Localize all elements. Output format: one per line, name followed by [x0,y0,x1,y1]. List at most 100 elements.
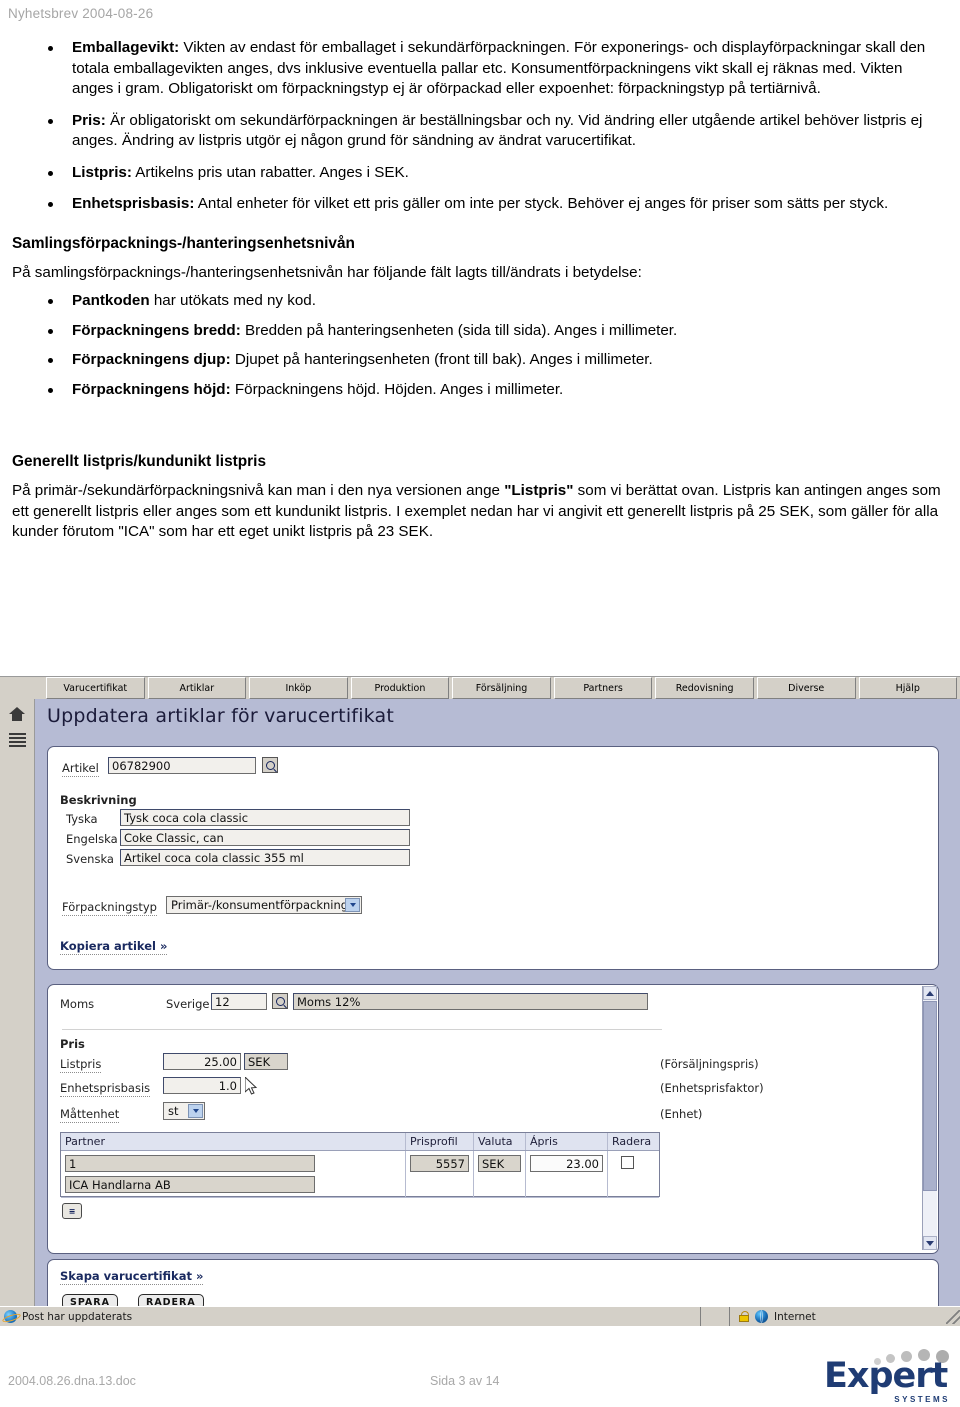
svenska-label: Svenska [66,852,114,866]
table-row: 1 ICA Handlarna AB 5557 SEK 23.00 [61,1151,659,1198]
mattenhet-select[interactable]: st [163,1102,205,1120]
list-icon[interactable] [9,733,26,748]
tab-diverse[interactable]: Diverse [756,677,856,699]
partner-id-input[interactable]: 1 [65,1155,315,1172]
tab-varucertifikat[interactable]: Varucertifikat [46,677,145,699]
moms-search-icon[interactable] [272,993,288,1009]
pris-group-label: Pris [60,1037,85,1051]
footer-filename: 2004.08.26.dna.13.doc [8,1374,136,1388]
bullet-text: Är obligatoriskt om sekundärförpackninge… [72,111,923,150]
list-item: Listpris: Artikelns pris utan rabatter. … [42,163,946,184]
vertical-scrollbar[interactable] [922,986,937,1250]
list-item: Enhetsprisbasis: Antal enheter för vilke… [42,194,946,215]
svenska-input[interactable]: Artikel coca cola classic 355 ml [120,849,410,866]
valuta-value: SEK [478,1155,521,1172]
forpackningstyp-value: Primär-/konsumentförpackning [171,898,349,912]
radera-checkbox[interactable] [621,1156,634,1169]
browser-frame: Varucertifikat Artiklar Inköp Produktion… [0,676,960,1323]
mattenhet-hint: (Enhet) [660,1107,703,1121]
document-body: Emballagevikt: Vikten av endast för emba… [0,38,960,551]
partner-table-header: Partner Prisprofil Valuta Ápris Radera [61,1133,659,1151]
moms-code-input[interactable]: 12 [211,993,267,1010]
mattenhet-label: Måttenhet [60,1107,120,1123]
bullet-term: Pris: [72,111,106,129]
scroll-up-button[interactable] [923,986,937,1000]
status-message: Post har uppdaterats [22,1310,133,1323]
forpackningstyp-label: Förpackningstyp [62,900,157,916]
list-item: Emballagevikt: Vikten av endast för emba… [42,38,946,100]
logo-wordmark: Expert [824,1356,948,1396]
tab-artiklar[interactable]: Artiklar [147,677,247,699]
bullet-term: Pantkoden [72,292,150,309]
tab-forsaljning[interactable]: Försäljning [452,677,551,699]
beskrivning-group-label: Beskrivning [60,793,137,807]
article-panel: Artikel 06782900 Beskrivning Tyska Tysk … [47,746,939,970]
scrollbar-thumb[interactable] [923,1001,937,1191]
enhetsprisbasis-hint: (Enhetsprisfaktor) [660,1081,764,1095]
tab-inkop[interactable]: Inköp [249,677,348,699]
bullet-text: har utökats med ny kod. [149,292,316,309]
engelska-input[interactable]: Coke Classic, can [120,829,410,846]
column-header-radera: Radera [612,1135,652,1148]
status-message-area: Post har uppdaterats [0,1307,701,1326]
listpris-hint: (Försäljningspris) [660,1057,759,1071]
artikel-input[interactable]: 06782900 [108,757,256,774]
artikel-label: Artikel [62,761,99,777]
kopiera-artikel-link[interactable]: Kopiera artikel » [60,939,168,955]
bullet-list-primary: Emballagevikt: Vikten av endast för emba… [8,38,946,215]
pricing-panel: Moms Sverige 12 Moms 12% Pris Listpris 2… [47,984,939,1254]
section-intro-collection: På samlingsförpacknings-/hanteringsenhet… [12,263,642,281]
tyska-label: Tyska [66,812,98,826]
security-zone-label: Internet [774,1310,816,1323]
column-header-apris: Ápris [526,1133,608,1150]
list-item: Pantkoden har utökats med ny kod. [42,291,946,312]
tab-produktion[interactable]: Produktion [350,677,450,699]
prisprofil-value: 5557 [410,1155,469,1172]
forpackningstyp-select[interactable]: Primär-/konsumentförpackning [166,896,362,914]
price-para-a: På primär-/sekundärförpackningsnivå kan … [12,482,505,499]
price-para-bold: "Listpris" [504,482,574,499]
list-item: Förpackningens djup: Djupet på hantering… [42,350,946,371]
application-screenshot: Varucertifikat Artiklar Inköp Produktion… [0,676,960,1328]
mattenhet-value: st [168,1104,179,1118]
bullet-term: Emballagevikt: [72,39,180,56]
bullet-term: Förpackningens djup: [72,351,231,368]
bullet-term: Listpris: [72,163,132,181]
bullet-text: Artikelns pris utan rabatter. Anges i SE… [131,163,409,181]
bullet-list-collection: Pantkoden har utökats med ny kod. Förpac… [8,291,946,400]
column-header-partner: Partner [61,1133,406,1150]
enhetsprisbasis-input[interactable]: 1.0 [163,1077,241,1094]
apris-input[interactable]: 23.00 [530,1155,603,1172]
moms-label: Moms [60,997,95,1011]
partner-name-input[interactable]: ICA Handlarna AB [65,1176,315,1193]
search-icon[interactable] [262,757,278,773]
column-header-valuta: Valuta [474,1133,526,1150]
bullet-term: Förpackningens bredd: [72,321,241,339]
bullet-text: Djupet på hanteringsenheten (front till … [230,351,653,368]
chevron-down-icon[interactable] [345,898,360,912]
bullet-text: Bredden på hanteringsenheten (sida till … [240,321,678,339]
listpris-input[interactable]: 25.00 [163,1053,241,1070]
add-row-button[interactable]: ≡ [62,1203,82,1219]
tab-partners[interactable]: Partners [553,677,653,699]
footer-page-number: Sida 3 av 14 [430,1374,500,1388]
app-content-area: Uppdatera artiklar för varucertifikat Ar… [35,699,960,1323]
list-item: Förpackningens bredd: Bredden på hanteri… [42,321,946,342]
skapa-varucertifikat-link[interactable]: Skapa varucertifikat » [60,1269,204,1285]
chevron-down-icon[interactable] [188,1104,203,1118]
tyska-input[interactable]: Tysk coca cola classic [120,809,410,826]
enhetsprisbasis-label: Enhetsprisbasis [60,1081,151,1097]
tab-redovisning[interactable]: Redovisning [655,677,754,699]
home-icon[interactable] [9,707,26,722]
resize-grip[interactable] [946,1309,960,1324]
scroll-down-button[interactable] [923,1236,937,1250]
section-heading-price: Generellt listpris/kundunikt listpris [12,453,266,470]
bullet-term: Enhetsprisbasis: [72,195,195,212]
partner-table: Partner Prisprofil Valuta Ápris Radera 1 [60,1132,660,1198]
globe-icon [755,1310,768,1323]
bullet-term: Förpackningens höjd: [72,380,231,398]
moms-country-label: Sverige [166,997,210,1011]
section-heading-collection: Samlingsförpacknings-/hanteringsenhetsni… [12,234,355,252]
tab-hjalp[interactable]: Hjälp [858,677,958,699]
